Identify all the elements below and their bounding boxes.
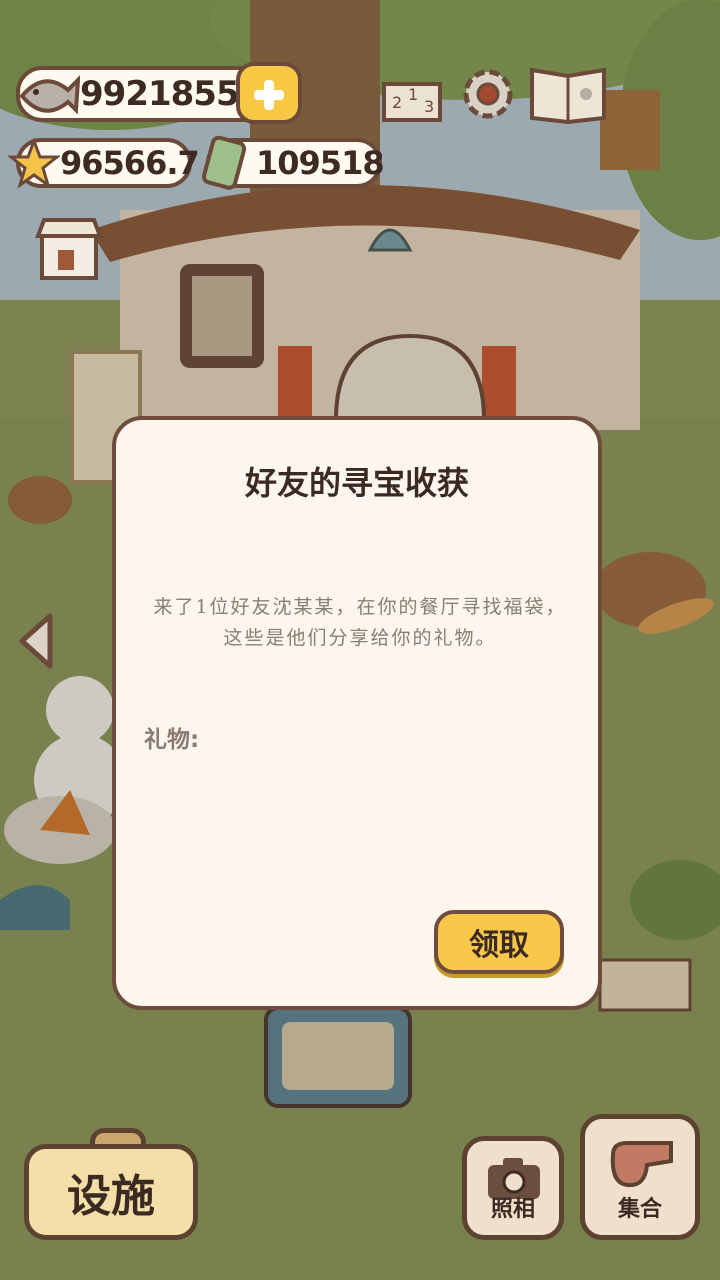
claim-button[interactable]: 领取	[434, 910, 564, 974]
ticket-count: 109518	[256, 144, 385, 182]
dialog-message: 来了1位好友沈某某，在你的餐厅寻找福袋，这些是他们分享给你的礼物。	[153, 596, 567, 649]
star-icon	[8, 138, 60, 189]
dialog-title: 好友的寻宝收获	[244, 464, 469, 502]
treasure-result-dialog: 好友的寻宝收获 来了1位好友沈某某，在你的餐厅寻找福袋，这些是他们分享给你的礼物…	[112, 416, 602, 1010]
fish-icon	[19, 75, 80, 115]
gear-icon[interactable]	[458, 64, 518, 124]
gather-button[interactable]: 集合	[580, 1114, 700, 1240]
photo-label: 照相	[490, 1197, 535, 1222]
photo-button[interactable]: 照相	[462, 1136, 564, 1240]
ticket-icon	[201, 135, 247, 190]
fish-count: 99218556	[80, 74, 262, 114]
star-count: 96566.7	[60, 144, 200, 182]
whistle-icon	[610, 1141, 673, 1188]
gift-label: 礼物:	[144, 727, 200, 753]
arrow-left-icon[interactable]	[14, 610, 60, 672]
add-currency-button[interactable]	[236, 62, 302, 124]
facility-button[interactable]: 设施	[24, 1144, 198, 1240]
svg-text:3: 3	[424, 97, 434, 116]
svg-text:1: 1	[408, 85, 418, 104]
shop-icon[interactable]	[32, 214, 106, 284]
book-icon[interactable]	[528, 60, 608, 126]
svg-text:2: 2	[392, 93, 402, 112]
gather-label: 集合	[617, 1197, 662, 1222]
podium-icon[interactable]: 2 1 3	[380, 64, 444, 124]
